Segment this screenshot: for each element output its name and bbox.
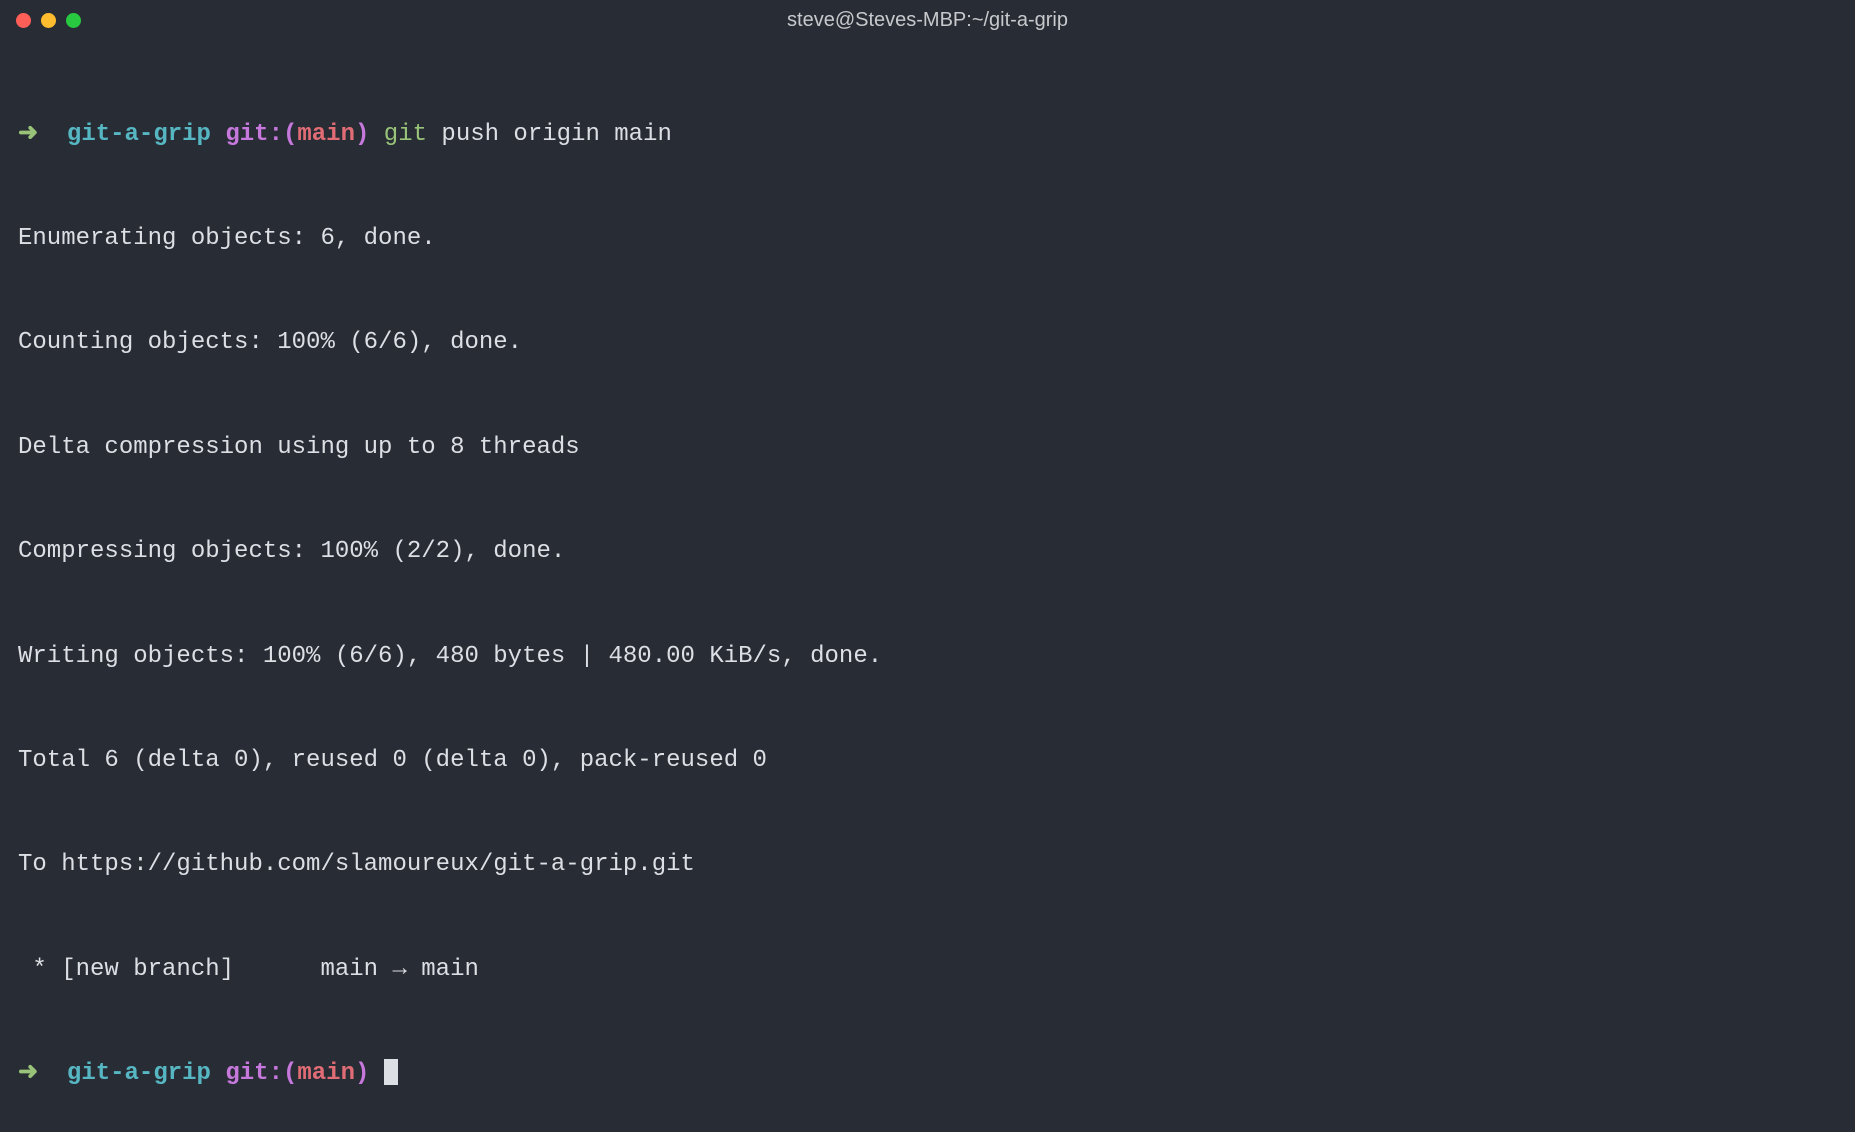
terminal-output-area[interactable]: ➜ git-a-grip git:(main) git push origin … — [0, 40, 1855, 1132]
prompt-git-label: git: — [225, 1060, 283, 1087]
close-icon[interactable] — [16, 13, 31, 28]
prompt-paren-close: ) — [355, 1060, 369, 1087]
command-args: push origin main — [427, 121, 672, 148]
window-title: steve@Steves-MBP:~/git-a-grip — [787, 6, 1068, 35]
prompt-arrow-icon: ➜ — [18, 1060, 38, 1087]
output-line: Enumerating objects: 6, done. — [18, 222, 1837, 257]
window-titlebar: steve@Steves-MBP:~/git-a-grip — [0, 0, 1855, 40]
prompt-paren-close: ) — [355, 121, 369, 148]
prompt-branch: main — [297, 121, 355, 148]
prompt-line: ➜ git-a-grip git:(main) git push origin … — [18, 118, 1837, 153]
prompt-directory: git-a-grip — [67, 121, 211, 148]
output-line: Counting objects: 100% (6/6), done. — [18, 326, 1837, 361]
command-git: git — [384, 121, 427, 148]
output-line: * [new branch] main → main — [18, 953, 1837, 988]
prompt-paren-open: ( — [283, 121, 297, 148]
prompt-branch: main — [297, 1060, 355, 1087]
output-line: Delta compression using up to 8 threads — [18, 431, 1837, 466]
output-line: Total 6 (delta 0), reused 0 (delta 0), p… — [18, 744, 1837, 779]
prompt-line: ➜ git-a-grip git:(main) — [18, 1057, 1837, 1092]
traffic-lights — [16, 13, 81, 28]
minimize-icon[interactable] — [41, 13, 56, 28]
output-line: To https://github.com/slamoureux/git-a-g… — [18, 848, 1837, 883]
prompt-paren-open: ( — [283, 1060, 297, 1087]
maximize-icon[interactable] — [66, 13, 81, 28]
prompt-git-label: git: — [225, 121, 283, 148]
prompt-directory: git-a-grip — [67, 1060, 211, 1087]
prompt-arrow-icon: ➜ — [18, 121, 38, 148]
cursor-icon — [384, 1059, 398, 1085]
output-line: Compressing objects: 100% (2/2), done. — [18, 535, 1837, 570]
output-line: Writing objects: 100% (6/6), 480 bytes |… — [18, 640, 1837, 675]
